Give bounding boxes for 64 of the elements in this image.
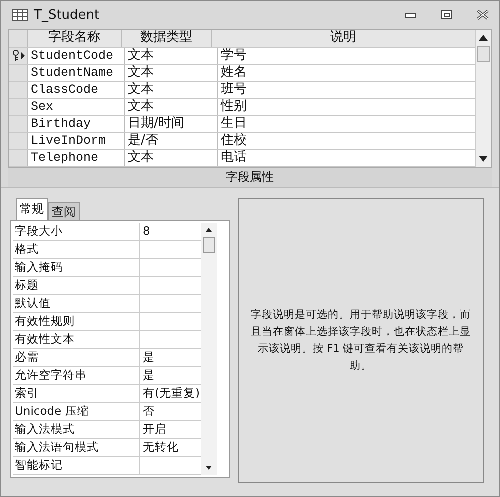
table-cell[interactable]: 电话	[218, 150, 475, 166]
column-header[interactable]: 字段名称	[28, 30, 122, 47]
column-header[interactable]: 说明	[212, 30, 475, 47]
property-name: 有效性文本	[13, 331, 140, 348]
close-icon[interactable]	[477, 10, 489, 20]
property-name: 输入法模式	[13, 421, 140, 438]
table-cell[interactable]: 生日	[218, 116, 475, 132]
table-cell[interactable]: 班号	[218, 82, 475, 98]
table-cell[interactable]: 文本	[125, 65, 218, 81]
table-cell[interactable]: 性别	[218, 99, 475, 115]
table-cell[interactable]: 文本	[125, 82, 218, 98]
table-cell[interactable]: 文本	[125, 48, 218, 64]
table-cell[interactable]: 是/否	[125, 133, 218, 149]
table-cell[interactable]: 姓名	[218, 65, 475, 81]
tab[interactable]: 常规	[16, 198, 48, 220]
help-text: 字段说明是可选的。用于帮助说明该字段，而且当在窗体上选择该字段时，也在状态栏上显示该说明。按 F1 键可查看有关该说明的帮助。	[251, 308, 471, 374]
property-name: 字段大小	[13, 223, 140, 240]
row-selector[interactable]	[9, 48, 28, 64]
scroll-down-icon[interactable]	[479, 156, 488, 162]
table-cell[interactable]: 文本	[125, 150, 218, 166]
window-title: T_Student	[34, 8, 100, 22]
property-name: 输入法语句模式	[13, 439, 140, 456]
property-value[interactable]: 是	[140, 367, 201, 384]
maximize-icon[interactable]	[441, 10, 453, 20]
property-name: 允许空字符串	[13, 367, 140, 384]
property-name: 智能标记	[13, 457, 140, 474]
table-cell[interactable]: StudentCode	[28, 48, 125, 64]
property-value[interactable]: 8	[140, 223, 201, 240]
table-cell[interactable]: StudentName	[28, 65, 125, 81]
table-cell[interactable]: LiveInDorm	[28, 133, 125, 149]
scroll-up-icon[interactable]	[479, 35, 488, 41]
property-name: 索引	[13, 385, 140, 402]
table-cell[interactable]: 学号	[218, 48, 475, 64]
property-name: 默认值	[13, 295, 140, 312]
property-name: Unicode 压缩	[13, 403, 140, 420]
property-name: 标题	[13, 277, 140, 294]
table-cell[interactable]: 文本	[125, 99, 218, 115]
property-value[interactable]: 是	[140, 349, 201, 366]
scroll-down-icon[interactable]	[206, 466, 212, 470]
scroll-thumb[interactable]	[203, 237, 215, 253]
table-cell[interactable]: 住校	[218, 133, 475, 149]
table-cell[interactable]: 日期/时间	[125, 116, 218, 132]
property-name: 必需	[13, 349, 140, 366]
table-cell[interactable]: Birthday	[28, 116, 125, 132]
property-value[interactable]: 有(无重复)	[140, 385, 201, 402]
table-cell[interactable]: Sex	[28, 99, 125, 115]
scrollbar[interactable]	[475, 30, 491, 167]
tab[interactable]: 查阅	[48, 202, 80, 220]
table-icon	[12, 9, 28, 21]
property-value[interactable]: 无转化	[140, 439, 201, 456]
current-row-icon	[20, 52, 24, 60]
property-value[interactable]: 开启	[140, 421, 201, 438]
scroll-thumb[interactable]	[477, 46, 490, 62]
property-name: 有效性规则	[13, 313, 140, 330]
property-name: 格式	[13, 241, 140, 258]
property-name: 输入掩码	[13, 259, 140, 276]
scroll-up-icon[interactable]	[206, 228, 212, 232]
table-cell[interactable]: Telephone	[28, 150, 125, 166]
key-icon	[12, 50, 20, 62]
scrollbar[interactable]	[201, 223, 217, 475]
column-header[interactable]: 数据类型	[122, 30, 212, 47]
table-cell[interactable]: ClassCode	[28, 82, 125, 98]
section-title: 字段属性	[8, 168, 492, 187]
property-value[interactable]: 否	[140, 403, 201, 420]
